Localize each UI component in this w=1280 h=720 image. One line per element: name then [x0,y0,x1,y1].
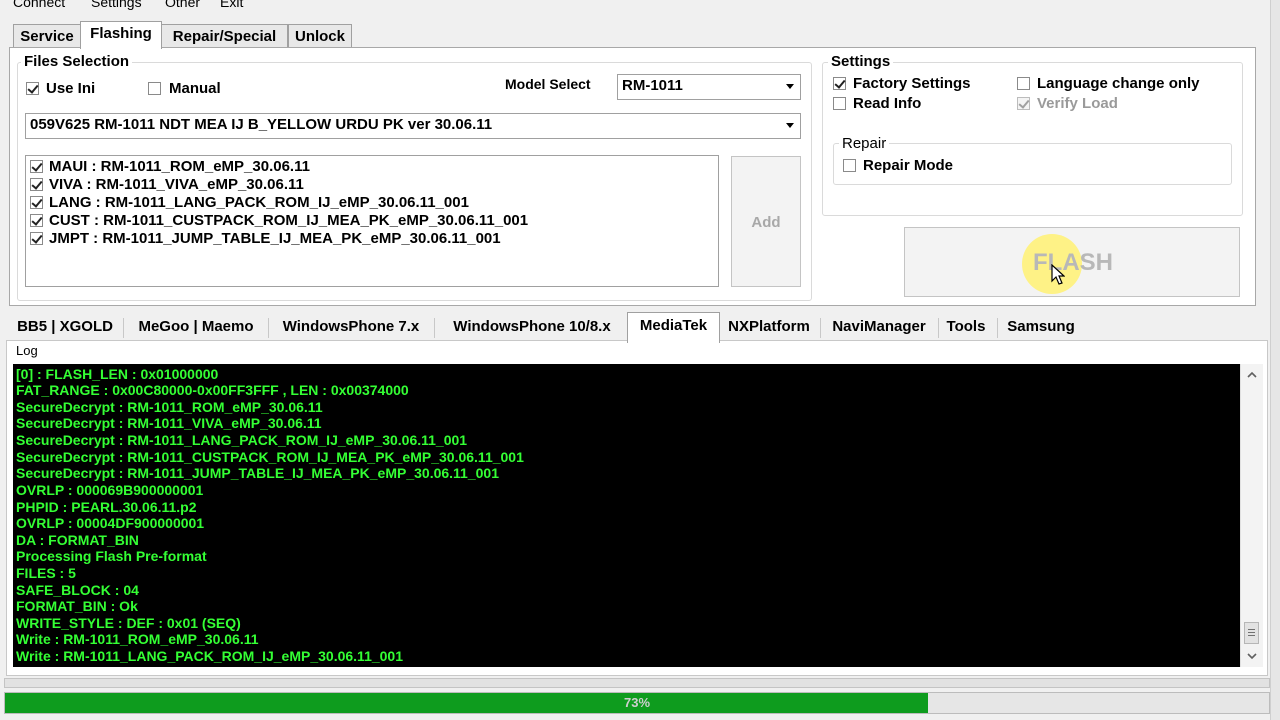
file-label: MAUI : RM-1011_ROM_eMP_30.06.11 [49,158,310,175]
chevron-down-icon [786,123,794,128]
tab-bb5-xgold[interactable]: BB5 | XGOLD [12,314,118,340]
status-strip [4,678,1270,688]
log-line: SecureDecrypt : RM-1011_VIVA_eMP_30.06.1… [16,415,322,431]
log-scrollbar[interactable] [1240,364,1263,667]
log-line: WRITE_STYLE : DEF : 0x01 (SEQ) [16,615,241,631]
file-label: LANG : RM-1011_LANG_PACK_ROM_IJ_eMP_30.0… [49,194,469,211]
file-checkbox[interactable] [30,214,43,227]
mouse-pointer-icon [1051,264,1065,285]
tab-windowsphone-10-8x[interactable]: WindowsPhone 10/8.x [438,314,626,340]
log-line: Write : RM-1011_LANG_PACK_ROM_IJ_eMP_30.… [16,648,403,664]
file-label: VIVA : RM-1011_VIVA_eMP_30.06.11 [49,176,304,193]
log-line: SecureDecrypt : RM-1011_ROM_eMP_30.06.11 [16,399,323,415]
log-line: Write : RM-1011_ROM_eMP_30.06.11 [16,631,259,647]
read-info-label: Read Info [853,95,922,112]
factory-settings-checkbox[interactable] [833,77,846,90]
file-checkbox[interactable] [30,232,43,245]
file-list[interactable]: MAUI : RM-1011_ROM_eMP_30.06.11 VIVA : R… [25,155,719,287]
menu-item-other[interactable]: Other [165,0,200,10]
flash-button[interactable]: FLASH [904,227,1240,297]
log-console[interactable]: [0] : FLASH_LEN : 0x01000000 FAT_RANGE :… [13,364,1240,667]
repair-mode-checkbox[interactable] [843,159,856,172]
menu-item-settings[interactable]: Settings [91,0,142,10]
language-change-label: Language change only [1037,75,1200,92]
manual-label: Manual [169,80,221,97]
log-line: SecureDecrypt : RM-1011_JUMP_TABLE_IJ_ME… [16,465,499,481]
model-select-dropdown[interactable]: RM-1011 [617,74,801,100]
tab-navimanager[interactable]: NaviManager [824,314,934,340]
menu-bar: Connect Settings Other Exit [0,0,1280,10]
read-info-checkbox[interactable] [833,97,846,110]
tab-repair-special[interactable]: Repair/Special [161,24,288,48]
verify-load-checkbox[interactable] [1017,97,1030,110]
file-checkbox[interactable] [30,160,43,173]
verify-load-label: Verify Load [1037,95,1118,112]
repair-mode-label: Repair Mode [863,157,954,174]
firmware-dropdown[interactable]: 059V625 RM-1011 NDT MEA IJ B_YELLOW URDU… [25,113,801,139]
use-ini-label: Use Ini [46,80,96,97]
chevron-down-icon [786,84,794,89]
factory-settings-label: Factory Settings [853,75,971,92]
use-ini-checkbox[interactable] [26,82,39,95]
add-button[interactable]: Add [731,156,801,287]
log-line: OVRLP : 000069B900000001 [16,482,204,498]
log-line: SAFE_BLOCK : 04 [16,582,139,598]
log-line: OVRLP : 00004DF900000001 [16,515,205,531]
tab-samsung[interactable]: Samsung [1001,314,1081,340]
menu-item-exit[interactable]: Exit [220,0,243,10]
repair-title: Repair [839,135,890,152]
file-label: CUST : RM-1011_CUSTPACK_ROM_IJ_MEA_PK_eM… [49,212,529,229]
menu-item-connect[interactable]: Connect [13,0,65,10]
file-checkbox[interactable] [30,196,43,209]
scroll-up-arrow-icon[interactable] [1247,371,1257,379]
log-line: PHPID : PEARL.30.06.11.p2 [16,499,197,515]
tab-service[interactable]: Service [13,24,81,48]
progress-bar: 73% [4,692,1270,714]
language-change-checkbox[interactable] [1017,77,1030,90]
log-line: SecureDecrypt : RM-1011_LANG_PACK_ROM_IJ… [16,432,468,448]
flash-button-label: FLASH [1033,249,1113,276]
log-line: FORMAT_BIN : Ok [16,598,138,614]
window-edge [1270,0,1280,720]
scroll-down-arrow-icon[interactable] [1247,652,1257,660]
log-line: DA : FORMAT_BIN [16,532,139,548]
log-line: FAT_RANGE : 0x00C80000-0x00FF3FFF , LEN … [16,382,409,398]
tab-windowsphone-7x[interactable]: WindowsPhone 7.x [272,314,430,340]
tab-megoo-maemo[interactable]: MeGoo | Maemo [128,314,264,340]
files-selection-title: Files Selection [21,53,133,70]
log-line: Processing Flash Pre-format [16,548,207,564]
tab-flashing[interactable]: Flashing [80,21,162,49]
log-line: FILES : 5 [16,565,76,581]
model-select-label: Model Select [505,76,591,92]
tab-tools[interactable]: Tools [942,314,990,340]
progress-label: 73% [623,695,651,710]
log-title: Log [16,343,38,358]
firmware-value: 059V625 RM-1011 NDT MEA IJ B_YELLOW URDU… [30,116,493,133]
tab-nxplatform[interactable]: NXPlatform [722,314,816,340]
tab-unlock[interactable]: Unlock [288,24,352,48]
manual-checkbox[interactable] [148,82,161,95]
scroll-thumb[interactable] [1244,622,1259,644]
log-line: SecureDecrypt : RM-1011_CUSTPACK_ROM_IJ_… [16,449,524,465]
settings-title: Settings [828,53,894,70]
file-label: JMPT : RM-1011_JUMP_TABLE_IJ_MEA_PK_eMP_… [49,230,501,247]
file-checkbox[interactable] [30,178,43,191]
log-line: [0] : FLASH_LEN : 0x01000000 [16,366,219,382]
tab-mediatek[interactable]: MediaTek [627,312,720,343]
model-select-value: RM-1011 [622,77,683,94]
